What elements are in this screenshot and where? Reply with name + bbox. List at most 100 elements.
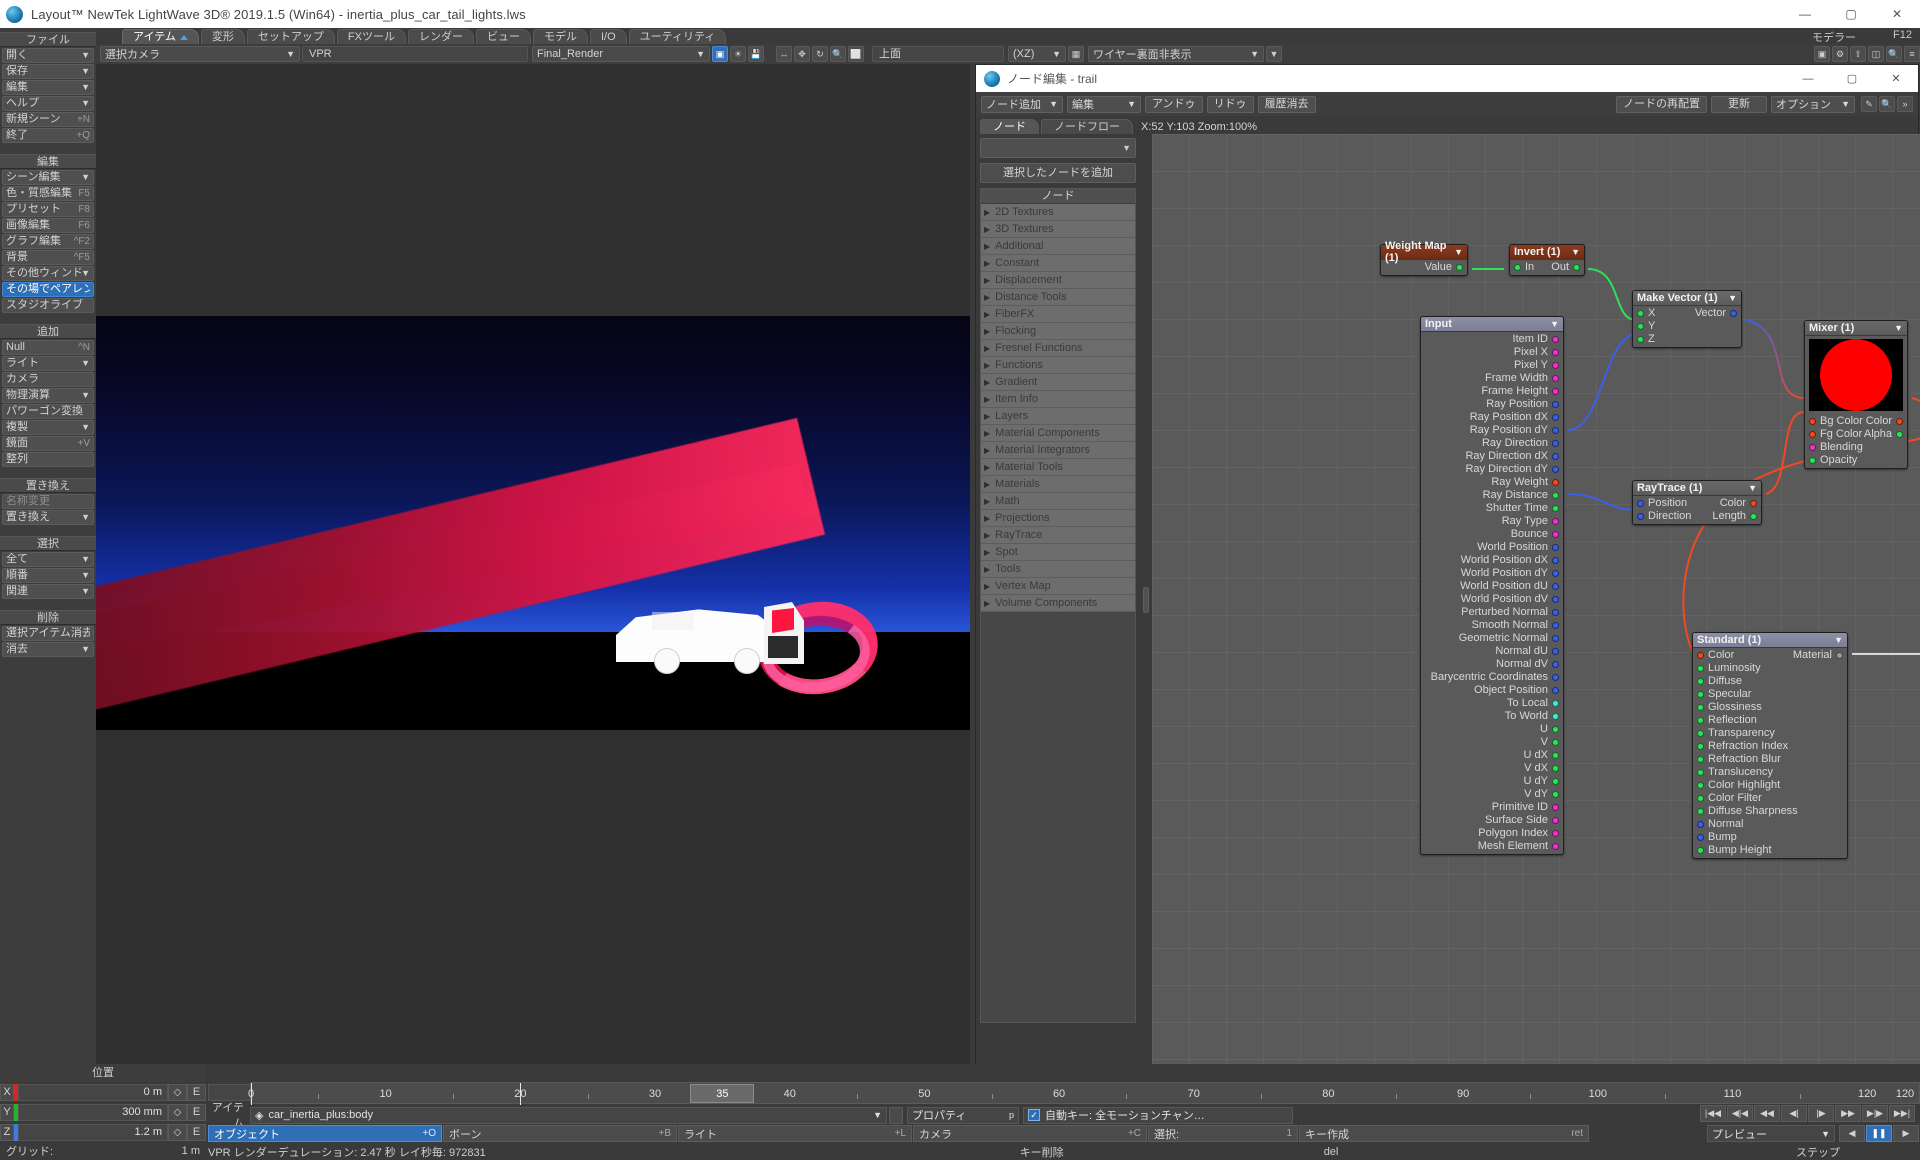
node-port-dot[interactable] xyxy=(1552,752,1559,759)
close-button[interactable]: ✕ xyxy=(1874,0,1920,28)
node-header[interactable]: Weight Map (1) ▼ xyxy=(1381,240,1467,264)
node-port-dot[interactable] xyxy=(1552,674,1559,681)
splitter-grip[interactable] xyxy=(1143,586,1149,613)
node-port-dot[interactable] xyxy=(1697,743,1704,750)
panel-button-ヘルプ[interactable]: ヘルプ ▼ xyxy=(2,96,94,111)
node-port-dot[interactable] xyxy=(1552,362,1559,369)
node-port-dot[interactable] xyxy=(1552,557,1559,564)
node-input-port[interactable]: Specular xyxy=(1697,688,1751,701)
minimize-button[interactable]: — xyxy=(1782,0,1828,28)
pick-color-icon[interactable]: ✎ xyxy=(1861,96,1877,112)
node-port-dot[interactable] xyxy=(1552,336,1559,343)
save-image-icon[interactable]: 💾 xyxy=(748,46,764,62)
node-port-dot[interactable] xyxy=(1552,518,1559,525)
node-input-port[interactable]: Color xyxy=(1697,649,1734,662)
node-port-dot[interactable] xyxy=(1552,687,1559,694)
panel-button-終了[interactable]: 終了 +Q xyxy=(2,128,94,143)
node-input-port[interactable]: Translucency xyxy=(1697,766,1773,779)
maximize-view-icon[interactable]: ⬜ xyxy=(848,46,864,62)
node-category-item[interactable]: ▶ FiberFX xyxy=(981,306,1135,323)
node-port-dot[interactable] xyxy=(1552,492,1559,499)
node-input-port[interactable]: Normal xyxy=(1697,818,1743,831)
node-input-port[interactable]: Refraction Blur xyxy=(1697,753,1781,766)
node-category-list[interactable]: ノード ▶ 2D Textures ▶ 3D Textures ▶ Additional ▶… xyxy=(980,188,1136,1023)
panel-button-保存[interactable]: 保存 ▼ xyxy=(2,64,94,79)
node-port-dot[interactable] xyxy=(1552,349,1559,356)
node-port-dot[interactable] xyxy=(1552,479,1559,486)
node-port-dot[interactable] xyxy=(1896,431,1903,438)
tab-FXツール[interactable]: FXツール xyxy=(336,29,406,44)
node-input-port[interactable]: Opacity xyxy=(1809,454,1857,467)
node-input-port[interactable]: Refraction Index xyxy=(1697,740,1788,753)
node-input-port[interactable]: Direction xyxy=(1637,510,1691,523)
node-header[interactable]: Standard (1) ▼ xyxy=(1693,633,1847,648)
go-to-start-button[interactable]: |◀◀ xyxy=(1700,1105,1726,1122)
tab-I/O[interactable]: I/O xyxy=(589,29,627,44)
node-input-port[interactable]: Diffuse Sharpness xyxy=(1697,805,1798,818)
node-port-dot[interactable] xyxy=(1697,756,1704,763)
node-port-dot[interactable] xyxy=(1552,804,1559,811)
node-input[interactable]: Input ▼ Item ID Pixel X Pixel Y Frame Width Fr… xyxy=(1420,316,1564,855)
node-port-dot[interactable] xyxy=(1552,778,1559,785)
rotate-tool-icon[interactable]: ↻ xyxy=(812,46,828,62)
node-port-dot[interactable] xyxy=(1697,717,1704,724)
node-port-dot[interactable] xyxy=(1552,544,1559,551)
node-category-item[interactable]: ▶ Spot xyxy=(981,544,1135,561)
vpr-toggle-icon[interactable]: ▣ xyxy=(712,46,728,62)
node-port-dot[interactable] xyxy=(1552,505,1559,512)
node-port-dot[interactable] xyxy=(1809,457,1816,464)
node-input-port[interactable]: Blending xyxy=(1809,441,1863,454)
panel-button-カメラ[interactable]: カメラ xyxy=(2,372,94,387)
node-port-dot[interactable] xyxy=(1552,661,1559,668)
node-category-item[interactable]: ▶ Item Info xyxy=(981,391,1135,408)
axis-enable-button[interactable]: E xyxy=(187,1083,206,1101)
node-search-input[interactable]: ▼ xyxy=(980,138,1136,158)
node-port-dot[interactable] xyxy=(1456,264,1463,271)
keyframe-diamond-icon[interactable]: ◇ xyxy=(168,1083,187,1101)
delete-key-label[interactable]: キー削除 xyxy=(1020,1144,1064,1160)
chevron-down-icon[interactable]: ▼ xyxy=(1571,247,1580,257)
panel-button-新規シーン[interactable]: 新規シーン +N xyxy=(2,112,94,127)
view-name-label[interactable]: 上面 xyxy=(872,46,1004,62)
light-icon[interactable]: ☀ xyxy=(730,46,746,62)
node-port-dot[interactable] xyxy=(1697,834,1704,841)
timeline-playhead[interactable]: 35 xyxy=(690,1084,755,1103)
node-port-dot[interactable] xyxy=(1697,769,1704,776)
node-category-item[interactable]: ▶ Materials xyxy=(981,476,1135,493)
node-category-item[interactable]: ▶ RayTrace xyxy=(981,527,1135,544)
panel-button-画像編集[interactable]: 画像編集 F6 xyxy=(2,218,94,233)
node-port-dot[interactable] xyxy=(1552,648,1559,655)
node-input-port[interactable]: Color Highlight xyxy=(1697,779,1780,792)
node-port-dot[interactable] xyxy=(1637,336,1644,343)
play-forward-button[interactable]: ▶▶ xyxy=(1835,1105,1861,1122)
node-search-icon[interactable]: 🔍 xyxy=(1879,96,1895,112)
properties-button[interactable]: プロパティ p xyxy=(907,1106,1019,1124)
panel-button-シーン編集[interactable]: シーン編集 ▼ xyxy=(2,170,94,185)
panel-button-スタジオライブ[interactable]: スタジオライブ xyxy=(2,298,94,313)
node-port-dot[interactable] xyxy=(1809,431,1816,438)
add-selected-node-button[interactable]: 選択したノードを追加 xyxy=(980,163,1136,183)
node-port-dot[interactable] xyxy=(1809,418,1816,425)
axis-select[interactable]: (XZ) ▼ xyxy=(1008,46,1066,62)
node-graph-canvas[interactable]: Weight Map (1) ▼ Value Invert (1) ▼ In Out Make… xyxy=(1152,134,1920,1065)
panel-button-複製[interactable]: 複製 ▼ xyxy=(2,420,94,435)
node-invert[interactable]: Invert (1) ▼ In Out xyxy=(1509,244,1585,276)
node-category-item[interactable]: ▶ Volume Components xyxy=(981,595,1135,612)
node-port-dot[interactable] xyxy=(1552,466,1559,473)
mode-button-ライト[interactable]: ライト +L xyxy=(678,1125,912,1142)
preview-pause-button[interactable]: ❚❚ xyxy=(1866,1125,1892,1142)
node-port-dot[interactable] xyxy=(1552,596,1559,603)
panel-splitter[interactable] xyxy=(1140,134,1152,1065)
node-input-port[interactable]: Y xyxy=(1637,320,1655,333)
node-header[interactable]: Input ▼ xyxy=(1421,317,1563,332)
mode-button-ボーン[interactable]: ボーン +B xyxy=(443,1125,677,1142)
node-editor-maximize-button[interactable]: ▢ xyxy=(1830,65,1874,92)
panel-button-ライト[interactable]: ライト ▼ xyxy=(2,356,94,371)
node-port-dot[interactable] xyxy=(1552,531,1559,538)
export-icon[interactable]: ⇪ xyxy=(1850,46,1866,62)
node-port-dot[interactable] xyxy=(1573,264,1580,271)
node-category-item[interactable]: ▶ Functions xyxy=(981,357,1135,374)
vpr-label[interactable]: VPR xyxy=(302,46,528,62)
chevron-down-icon[interactable]: ▼ xyxy=(1728,293,1737,303)
node-input-port[interactable]: Bump xyxy=(1697,831,1737,844)
